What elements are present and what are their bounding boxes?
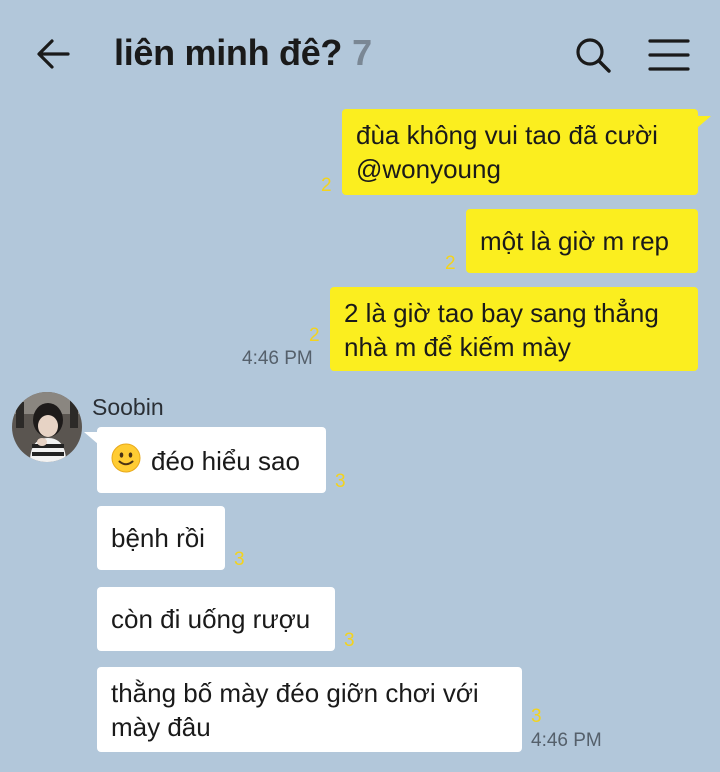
their-message-bubble[interactable]: còn đi uống rượu [97, 587, 335, 651]
my-message-bubble[interactable]: một là giờ m rep [466, 209, 698, 273]
message-timestamp: 4:46 PM [531, 730, 602, 751]
avatar-photo [12, 392, 82, 462]
search-icon [576, 38, 611, 73]
unread-count: 3 [234, 549, 245, 570]
unread-count: 3 [335, 471, 346, 492]
unread-count: 2 [445, 253, 456, 274]
unread-count: 2 [321, 175, 332, 196]
search-button[interactable] [574, 36, 612, 74]
sender-avatar[interactable] [12, 392, 82, 462]
member-count: 7 [352, 32, 372, 73]
bubble-tail [697, 116, 711, 128]
message-timestamp: 4:46 PM [242, 348, 313, 369]
message-line: còn đi uống rượu [111, 604, 311, 634]
message-line: 2 là giờ tao bay sang thẳng [344, 298, 659, 328]
message-line: bệnh rồi [111, 523, 205, 553]
arrow-left-icon [37, 39, 70, 69]
chat-title: liên minh đê? 7 [114, 32, 372, 74]
chat-room-name: liên minh đê? [114, 32, 343, 73]
slightly-smiling-face-icon [111, 443, 141, 481]
chat-header: liên minh đê? 7 [0, 0, 720, 108]
unread-count: 2 [309, 325, 320, 346]
their-message-bubble[interactable]: đéo hiểu sao [97, 427, 326, 493]
back-button[interactable] [34, 34, 74, 74]
message-line: mày đâu [111, 712, 211, 742]
unread-count: 3 [531, 706, 542, 727]
sender-name: Soobin [92, 394, 164, 420]
unread-count: 3 [344, 630, 355, 651]
their-message-bubble[interactable]: bệnh rồi [97, 506, 225, 570]
my-message-bubble[interactable]: 2 là giờ tao bay sang thẳng nhà m để kiế… [330, 287, 698, 371]
message-line: thằng bố mày đéo giỡn chơi với [111, 678, 479, 708]
my-message-bubble[interactable]: đùa không vui tao đã cười @wonyoung [342, 109, 698, 195]
message-line: đéo hiểu sao [151, 446, 300, 476]
message-line: nhà m để kiếm mày [344, 332, 571, 362]
their-message-bubble[interactable]: thằng bố mày đéo giỡn chơi với mày đâu [97, 667, 522, 752]
menu-button[interactable] [648, 38, 690, 72]
message-line: đùa không vui tao đã cười [356, 120, 658, 150]
message-line: @wonyoung [356, 154, 501, 184]
bubble-tail [84, 432, 98, 444]
message-line: một là giờ m rep [480, 226, 669, 256]
hamburger-menu-icon [648, 39, 690, 71]
